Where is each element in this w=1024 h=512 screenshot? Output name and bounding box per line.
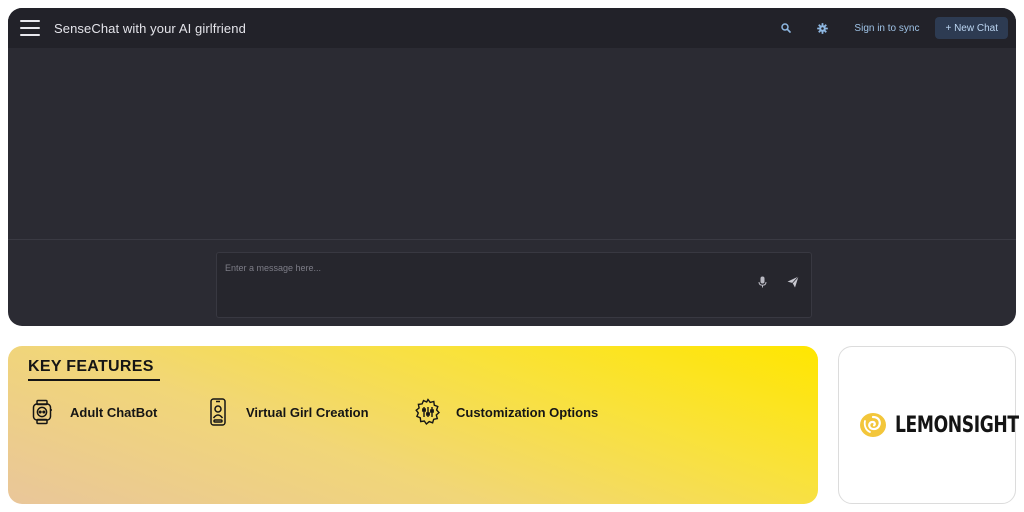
composer-region bbox=[8, 240, 1016, 326]
feature-customization-options[interactable]: Customization Options bbox=[414, 396, 598, 428]
sponsor-card[interactable]: LEMONSIGHT bbox=[838, 346, 1019, 504]
chat-app-window: SenseChat with your AI girlfriend Sign i… bbox=[8, 8, 1016, 326]
sliders-gear-icon bbox=[414, 398, 442, 426]
search-icon bbox=[781, 23, 792, 33]
message-composer bbox=[216, 252, 812, 318]
sign-in-link[interactable]: Sign in to sync bbox=[854, 23, 919, 34]
microphone-button[interactable] bbox=[758, 275, 767, 293]
key-features-banner: KEY FEATURES Adult ChatBot Virtual Girl … bbox=[8, 346, 818, 504]
lemon-swirl-icon bbox=[860, 413, 886, 437]
hamburger-icon[interactable] bbox=[20, 20, 40, 36]
smartwatch-chat-icon bbox=[28, 398, 56, 426]
send-button[interactable] bbox=[787, 275, 799, 293]
feature-label: Customization Options bbox=[456, 404, 599, 420]
lemonsight-logo: LEMONSIGHT bbox=[859, 412, 1019, 438]
search-button[interactable] bbox=[772, 14, 800, 42]
app-title: SenseChat with your AI girlfriend bbox=[54, 20, 246, 36]
message-input[interactable] bbox=[217, 253, 811, 317]
settings-button[interactable] bbox=[808, 14, 836, 42]
phone-avatar-icon bbox=[204, 398, 232, 426]
feature-virtual-girl-creation[interactable]: Virtual Girl Creation bbox=[204, 396, 369, 428]
gear-icon bbox=[817, 22, 828, 34]
sponsor-name: LEMONSIGHT bbox=[895, 412, 1019, 438]
microphone-icon bbox=[758, 276, 767, 288]
key-features-title: KEY FEATURES bbox=[28, 358, 154, 375]
feature-label: Virtual Girl Creation bbox=[246, 404, 369, 420]
top-bar: SenseChat with your AI girlfriend Sign i… bbox=[8, 8, 1016, 48]
title-underline bbox=[28, 379, 160, 381]
send-icon bbox=[787, 276, 799, 288]
feature-label: Adult ChatBot bbox=[70, 404, 158, 420]
new-chat-button[interactable]: + New Chat bbox=[935, 17, 1008, 39]
chat-messages-area bbox=[8, 48, 1016, 239]
feature-adult-chatbot[interactable]: Adult ChatBot bbox=[28, 396, 157, 428]
